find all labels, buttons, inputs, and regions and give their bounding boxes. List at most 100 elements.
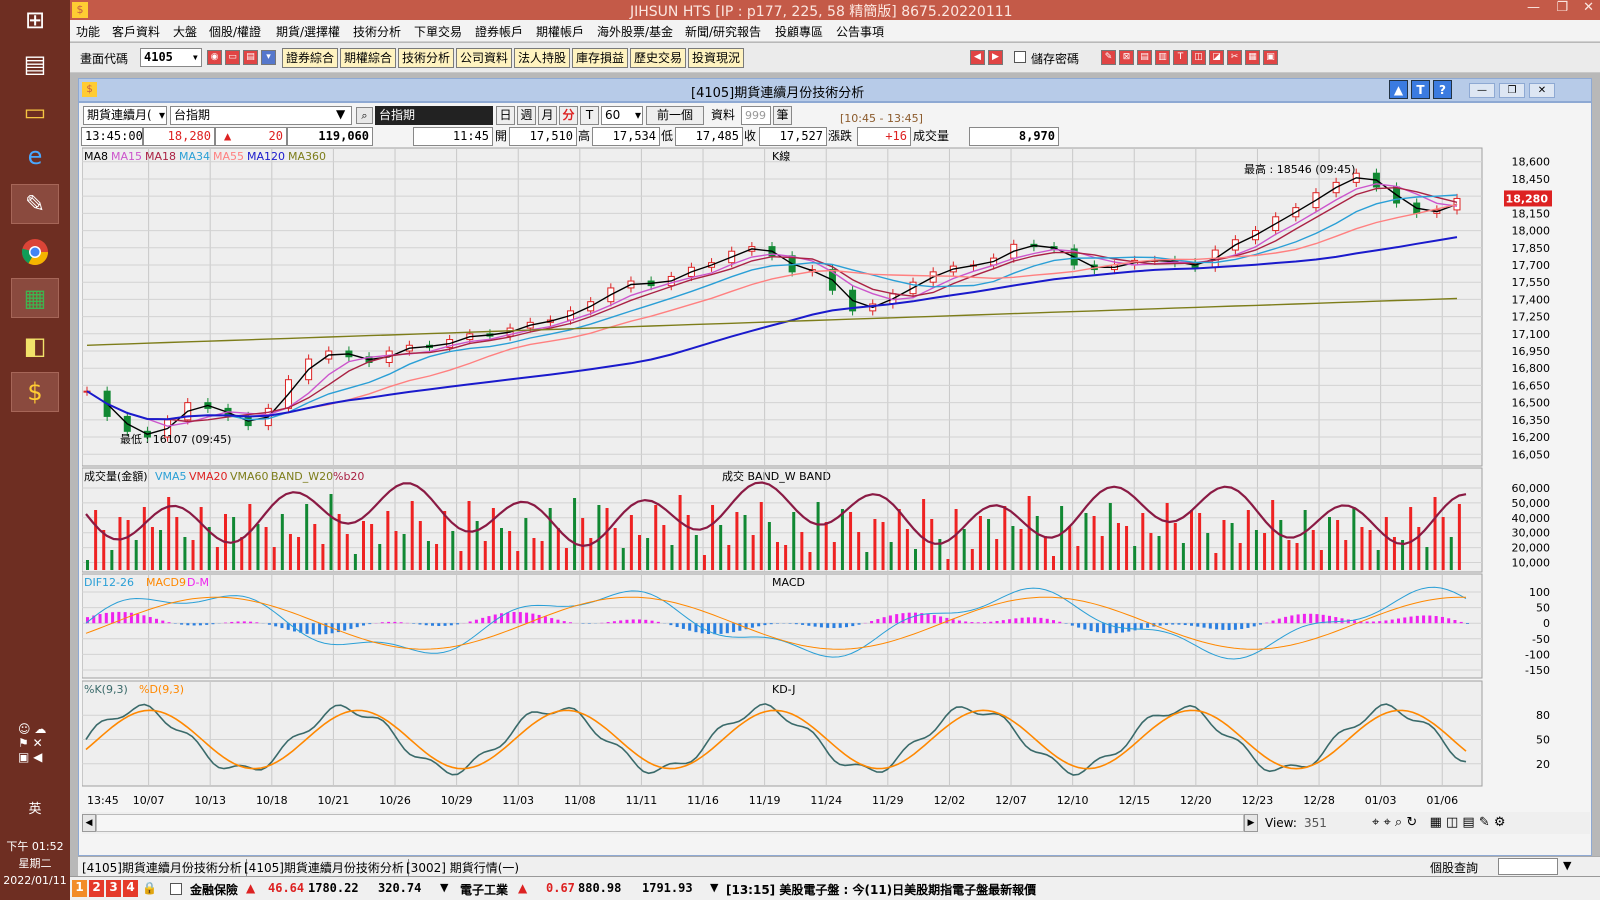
system-clock[interactable]: 下午 01:52 星期二 2022/01/11 — [0, 838, 70, 889]
screen-code-input[interactable]: 4105 ▾ — [140, 48, 202, 67]
child-close-icon[interactable]: ✕ — [1529, 83, 1555, 98]
institutional-holdings-button[interactable]: 法人持股 — [514, 48, 571, 68]
menu-item-function[interactable]: 功能 — [76, 23, 100, 40]
restore-icon[interactable]: ❐ — [1556, 0, 1568, 15]
ticker-checkbox[interactable] — [170, 883, 182, 895]
chart-tool-icons[interactable]: ⌖ ⌖ ⌕ ↻ ▦ ◫ ▤ ✎ ⚙ — [1372, 815, 1506, 830]
tool-icon-8[interactable]: ✂ — [1227, 50, 1242, 65]
data-label: 資料 — [711, 108, 736, 122]
data-unit-button[interactable]: 筆 — [773, 106, 792, 125]
symbol-dropdown-icon[interactable]: ▼ — [336, 107, 345, 121]
ticker-page-2[interactable]: 2 — [89, 880, 104, 897]
dropdown-blue-icon[interactable]: ▾ — [261, 50, 276, 65]
period-week-button[interactable]: 週 — [517, 106, 536, 125]
menu-item-futures-options[interactable]: 期貨/選擇權 — [276, 23, 340, 40]
arrow-left-icon[interactable]: ◀ — [970, 50, 985, 65]
menu-item-market[interactable]: 大盤 — [173, 23, 197, 40]
securities-summary-button[interactable]: 證券綜合 — [282, 48, 339, 68]
internet-explorer-icon[interactable]: e — [11, 136, 59, 176]
open-label: 開 — [495, 129, 508, 143]
scroll-track[interactable] — [96, 814, 1244, 832]
macd-histogram-bar — [198, 623, 202, 626]
child-restore-icon[interactable]: ❐ — [1499, 83, 1525, 98]
arrow-right-icon[interactable]: ▶ — [988, 50, 1003, 65]
tool-icon-3[interactable]: ▤ — [1137, 50, 1152, 65]
period-month-button[interactable]: 月 — [538, 106, 557, 125]
dropdown-icon[interactable]: ▼ — [1563, 859, 1571, 872]
tool-icon-5[interactable]: T — [1173, 50, 1188, 65]
menu-item-technical[interactable]: 技術分析 — [353, 23, 401, 40]
tool-icon-4[interactable]: ▥ — [1155, 50, 1170, 65]
text-tool-icon[interactable]: T — [1411, 80, 1430, 99]
save-password-checkbox[interactable] — [1014, 51, 1026, 63]
scroll-right-icon[interactable]: ▶ — [1244, 814, 1258, 832]
tool-icon-1[interactable]: ✎ — [1101, 50, 1116, 65]
help-icon[interactable]: ? — [1433, 80, 1452, 99]
company-info-button[interactable]: 公司資料 — [456, 48, 513, 68]
macd-histogram-bar — [242, 621, 246, 624]
macd-histogram-bar — [1202, 623, 1206, 628]
data-count-input[interactable]: 999 — [741, 106, 771, 125]
menu-item-futures-account[interactable]: 期權帳戶 — [536, 23, 584, 40]
news-headline[interactable]: [13:15] 美股電子盤 : 今(11)日美股期指電子盤最新報價 — [726, 881, 1036, 898]
menu-item-securities-account[interactable]: 證券帳戶 — [475, 23, 523, 40]
child-minimize-icon[interactable]: — — [1469, 83, 1495, 98]
ticker-page-1[interactable]: 1 — [72, 880, 87, 897]
menu-item-customer[interactable]: 客戶資料 — [112, 23, 160, 40]
macd-histogram-bar — [518, 612, 522, 624]
spreadsheet-icon[interactable]: ▦ — [11, 278, 59, 318]
tab-3002[interactable]: [3002] 期貨行情(一) — [406, 859, 519, 876]
period-minute-button[interactable]: 分 — [559, 106, 578, 125]
inventory-pnl-button[interactable]: 庫存損益 — [572, 48, 629, 68]
stock-query-input[interactable] — [1498, 858, 1558, 875]
windows-start-icon[interactable]: ⊞ — [11, 0, 59, 40]
ticker-item2-dropdown-icon[interactable]: ▼ — [710, 881, 718, 894]
tab-4105-1[interactable]: [4105]期貨連續月份技術分析 — [82, 859, 247, 876]
trade-history-button[interactable]: 歷史交易 — [630, 48, 687, 68]
tool-icon-2[interactable]: ⊠ — [1119, 50, 1134, 65]
menu-item-stock-warrant[interactable]: 個股/權證 — [209, 23, 261, 40]
file-explorer-icon[interactable]: ▭ — [11, 92, 59, 132]
ticker-page-4[interactable]: 4 — [123, 880, 138, 897]
lock-icon[interactable]: 🔒 — [142, 881, 157, 895]
window-red-icon[interactable]: ▭ — [225, 50, 240, 65]
tool-icon-7[interactable]: ◪ — [1209, 50, 1224, 65]
menu-item-order[interactable]: 下單交易 — [414, 23, 462, 40]
macd-histogram-bar — [939, 616, 943, 624]
menu-item-advisor[interactable]: 投顧專區 — [775, 23, 823, 40]
menu-item-overseas[interactable]: 海外股票/基金 — [597, 23, 673, 40]
print-red-icon[interactable]: ▤ — [243, 50, 258, 65]
futures-summary-button[interactable]: 期權綜合 — [340, 48, 397, 68]
investment-status-button[interactable]: 投資現況 — [688, 48, 745, 68]
paint-icon[interactable]: ✎ — [11, 184, 59, 224]
technical-chart[interactable]: K線成交 BAND_W BAND MACD KD-J 13:45 10/07 10/13 1… — [82, 146, 1590, 808]
previous-button[interactable]: 前一個 — [646, 106, 704, 125]
ticker-page-3[interactable]: 3 — [106, 880, 121, 897]
technical-analysis-button[interactable]: 技術分析 — [398, 48, 455, 68]
minimize-icon[interactable]: — — [1527, 0, 1540, 15]
symbol-input[interactable]: 台指期 — [170, 106, 352, 125]
macd-histogram-bar — [750, 623, 754, 628]
app-window-icon[interactable]: ▤ — [11, 44, 59, 84]
scroll-left-icon[interactable]: ◀ — [82, 814, 96, 832]
tab-4105-2[interactable]: [4105]期貨連續月份技術分析 — [244, 859, 409, 876]
close-icon[interactable]: ✕ — [1583, 0, 1594, 15]
minutes-select[interactable]: 60 ▾ — [601, 106, 643, 125]
menu-item-announcements[interactable]: 公告事項 — [836, 23, 884, 40]
search-red-icon[interactable]: ◉ — [207, 50, 222, 65]
period-tick-button[interactable]: T — [580, 106, 599, 125]
period-day-button[interactable]: 日 — [496, 106, 515, 125]
volume-bar — [1035, 516, 1039, 570]
jihsun-app-icon[interactable]: $ — [11, 372, 59, 412]
instrument-type-select[interactable]: 期貨連續月(▾ — [83, 106, 167, 125]
magnifier-icon[interactable]: ⌕ — [356, 107, 373, 124]
sticky-notes-icon[interactable]: ◧ — [11, 326, 59, 366]
tool-icon-9[interactable]: ▦ — [1245, 50, 1260, 65]
ticker-item1-dropdown-icon[interactable]: ▼ — [440, 881, 448, 894]
menu-item-news[interactable]: 新聞/研究報告 — [685, 23, 761, 40]
tool-icon-6[interactable]: ◫ — [1191, 50, 1206, 65]
arrow-up-icon[interactable]: ▲ — [1389, 80, 1408, 99]
tool-icon-10[interactable]: ▣ — [1263, 50, 1278, 65]
chrome-icon[interactable] — [11, 232, 59, 272]
ime-indicator[interactable]: 英 — [0, 798, 70, 817]
